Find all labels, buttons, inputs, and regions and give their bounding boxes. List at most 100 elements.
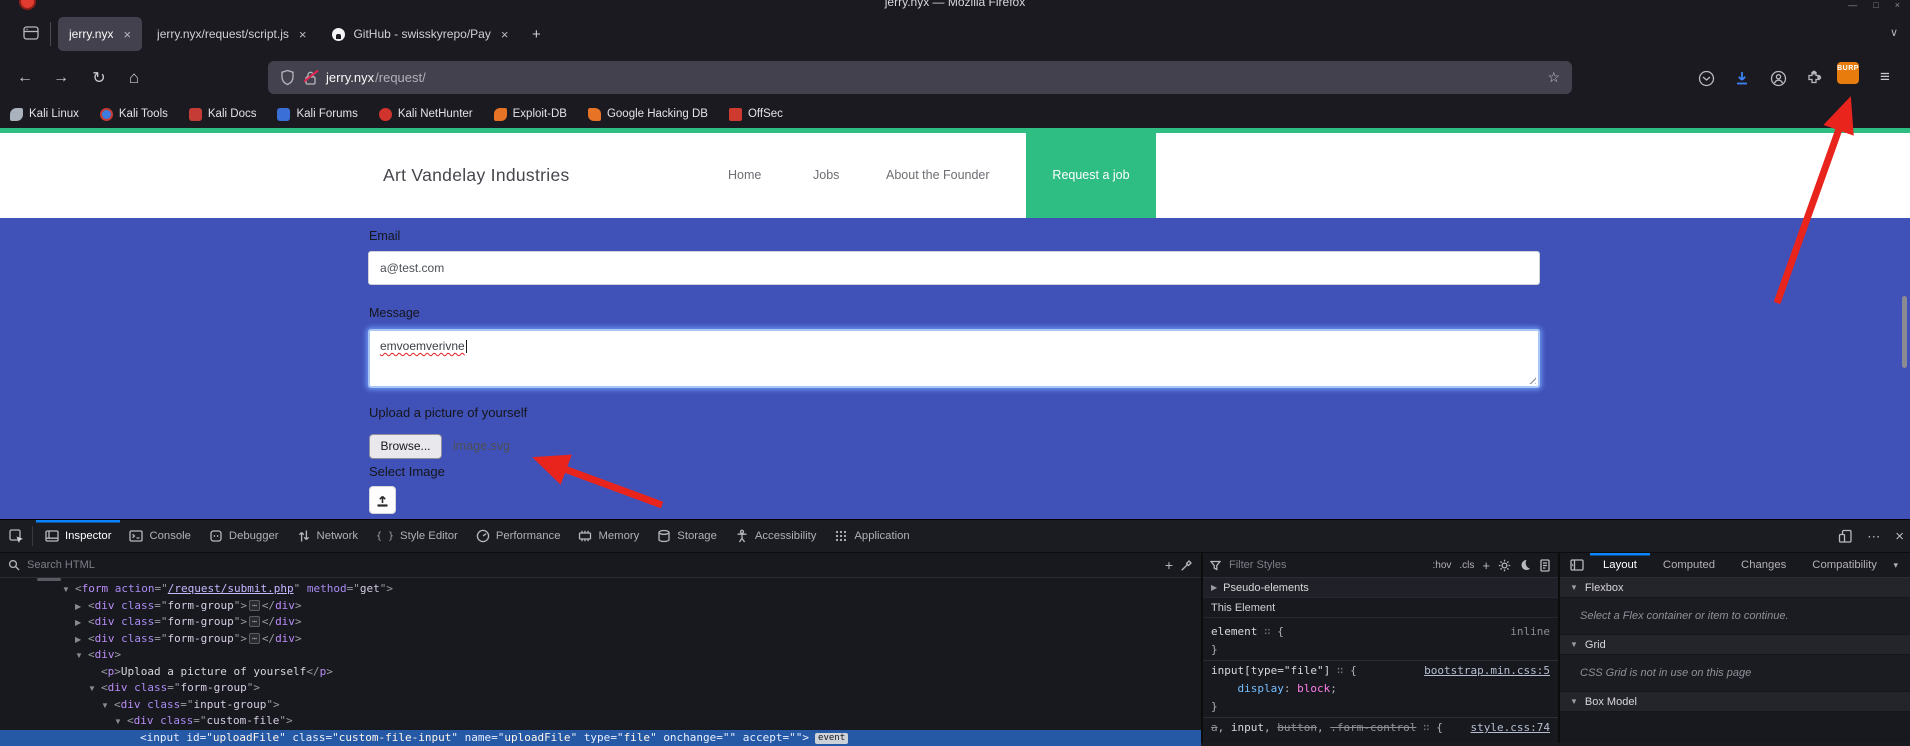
bookmark-item-2[interactable]: Kali Docs xyxy=(189,108,257,121)
bookmark-item-1[interactable]: Kali Tools xyxy=(100,108,168,121)
hamburger-menu-icon[interactable]: ≡ xyxy=(1871,63,1899,91)
tree-token[interactable]: /request/submit.php xyxy=(168,582,294,595)
dock-sidebar-icon[interactable] xyxy=(1564,559,1590,571)
devtools-menu-icon[interactable]: ⋯ xyxy=(1867,529,1881,545)
tracking-shield-icon[interactable] xyxy=(280,69,295,86)
tab-close-icon[interactable]: × xyxy=(121,27,133,42)
bookmark-star-icon[interactable]: ☆ xyxy=(1547,69,1560,86)
layout-section-header-flexbox[interactable]: ▼Flexbox xyxy=(1560,578,1910,598)
tree-row-4[interactable]: ▼<div> xyxy=(0,647,1201,664)
upload-submit-button[interactable] xyxy=(369,486,396,514)
reload-icon[interactable]: ↻ xyxy=(84,63,114,93)
add-node-icon[interactable]: + xyxy=(1165,557,1173,573)
forward-icon[interactable]: → xyxy=(46,63,76,93)
devtools-close-icon[interactable]: × xyxy=(1895,528,1904,545)
sidebar-tab-compatibility[interactable]: Compatibility xyxy=(1799,553,1890,578)
devtools-tab-console[interactable]: Console xyxy=(120,520,199,552)
sidebar-tab-computed[interactable]: Computed xyxy=(1650,553,1728,578)
site-nav-item-2[interactable]: About the Founder xyxy=(886,133,990,218)
filter-styles-bar[interactable]: Filter Styles :hov .cls + xyxy=(1203,553,1558,578)
rule-source-link[interactable]: bootstrap.min.css:5 xyxy=(1424,662,1550,680)
new-tab-icon[interactable]: + xyxy=(523,17,549,51)
sidebar-tab-layout[interactable]: Layout xyxy=(1590,553,1650,578)
light-theme-icon[interactable] xyxy=(1498,559,1511,572)
devtools-tab-inspector[interactable]: Inspector xyxy=(36,520,120,552)
tree-row-1[interactable]: ▶<div class="form-group">⋯</div> xyxy=(0,598,1201,615)
dark-theme-icon[interactable] xyxy=(1519,559,1531,571)
rule-row-0-0[interactable]: element ∷ {inline xyxy=(1203,623,1558,641)
tree-row-9[interactable]: <input id="uploadFile" class="custom-fil… xyxy=(0,730,1201,746)
bookmark-item-0[interactable]: Kali Linux xyxy=(10,108,79,121)
tab-close-icon[interactable]: × xyxy=(499,27,511,42)
devtools-tab-performance[interactable]: Performance xyxy=(467,520,570,552)
devtools-tab-storage[interactable]: Storage xyxy=(648,520,726,552)
site-nav-item-0[interactable]: Home xyxy=(728,133,761,218)
bookmark-item-5[interactable]: Exploit-DB xyxy=(494,108,567,121)
pick-element-icon[interactable] xyxy=(0,520,32,552)
tree-row-3[interactable]: ▶<div class="form-group">⋯</div> xyxy=(0,631,1201,648)
tree-row-6[interactable]: ▼<div class="form-group"> xyxy=(0,680,1201,697)
rule-row-1-1[interactable]: display: block; xyxy=(1203,680,1558,698)
extensions-puzzle-icon[interactable] xyxy=(1799,63,1829,93)
pocket-icon[interactable] xyxy=(1691,63,1721,93)
email-field[interactable]: a@test.com xyxy=(368,251,1540,285)
tree-row-7[interactable]: ▼<div class="input-group"> xyxy=(0,697,1201,714)
back-icon[interactable]: ← xyxy=(10,63,40,93)
burp-proxy-extension-icon[interactable]: BURP xyxy=(1837,62,1859,84)
home-icon[interactable]: ⌂ xyxy=(119,63,149,93)
bookmark-label: Kali Tools xyxy=(119,108,168,120)
window-minimize-icon[interactable]: — xyxy=(1848,1,1857,10)
devtools-tab-style-editor[interactable]: { }Style Editor xyxy=(367,520,467,552)
browser-tab-2[interactable]: GitHub - swisskyrepo/Pay× xyxy=(321,17,519,51)
bookmark-item-7[interactable]: OffSec xyxy=(729,108,783,121)
add-rule-icon[interactable]: + xyxy=(1482,558,1490,573)
textarea-resize-handle[interactable] xyxy=(1527,375,1536,384)
devtools-tab-network[interactable]: Network xyxy=(288,520,367,552)
layout-section-header-grid[interactable]: ▼Grid xyxy=(1560,635,1910,655)
eyedropper-icon[interactable] xyxy=(1180,559,1193,572)
inspector-markup-pane: Search HTML + ▼<form action="/request/su… xyxy=(0,553,1203,743)
account-icon[interactable] xyxy=(1763,63,1793,93)
devtools-tab-memory[interactable]: Memory xyxy=(569,520,648,552)
page-scrollbar[interactable] xyxy=(1902,296,1907,368)
insecure-lock-icon[interactable] xyxy=(304,70,317,86)
window-close-icon[interactable]: × xyxy=(1895,1,1900,10)
site-nav-item-3[interactable]: Request a job xyxy=(1026,133,1156,218)
more-tabs-icon[interactable]: ▾ xyxy=(1893,560,1906,571)
site-nav-item-1[interactable]: Jobs xyxy=(813,133,839,218)
rule-row-0-1[interactable]: } xyxy=(1203,641,1558,659)
rule-row-1-2[interactable]: } xyxy=(1203,698,1558,716)
devtools-tab-application[interactable]: Application xyxy=(825,520,918,552)
rule-row-2-0[interactable]: a, input, button, .form-control ∷ {style… xyxy=(1203,719,1558,737)
responsive-design-icon[interactable] xyxy=(1838,529,1853,544)
rule-source-link[interactable]: style.css:74 xyxy=(1471,719,1550,737)
list-all-tabs-icon[interactable]: ∨ xyxy=(1890,26,1898,39)
bookmark-item-6[interactable]: Google Hacking DB xyxy=(588,108,708,121)
firefox-view-icon[interactable] xyxy=(22,24,40,42)
window-maximize-icon[interactable]: □ xyxy=(1873,1,1878,10)
bookmark-favicon xyxy=(588,108,601,121)
toggle-hover-button[interactable]: :hov xyxy=(1433,560,1452,571)
browser-tab-1[interactable]: jerry.nyx/request/script.js× xyxy=(146,17,317,51)
tree-row-0[interactable]: ▼<form action="/request/submit.php" meth… xyxy=(0,581,1201,598)
rule-row-1-0[interactable]: input[type="file"] ∷ {bootstrap.min.css:… xyxy=(1203,662,1558,680)
url-bar[interactable]: jerry.nyx/request/ ☆ xyxy=(268,61,1572,94)
tree-row-5[interactable]: <p>Upload a picture of yourself</p> xyxy=(0,664,1201,681)
bookmark-item-4[interactable]: Kali NetHunter xyxy=(379,108,473,121)
pseudo-elements-header[interactable]: ▶ Pseudo-elements xyxy=(1203,578,1558,598)
toggle-class-button[interactable]: .cls xyxy=(1459,560,1474,571)
print-media-icon[interactable] xyxy=(1539,559,1551,572)
browser-tab-0[interactable]: jerry.nyx× xyxy=(58,17,142,51)
downloads-icon[interactable] xyxy=(1727,63,1757,93)
sidebar-tab-changes[interactable]: Changes xyxy=(1728,553,1799,578)
tab-close-icon[interactable]: × xyxy=(297,27,309,42)
devtools-tab-accessibility[interactable]: Accessibility xyxy=(726,520,826,552)
browse-button[interactable]: Browse... xyxy=(369,434,442,459)
message-textarea[interactable]: emvoemverivne xyxy=(368,329,1540,388)
bookmark-item-3[interactable]: Kali Forums xyxy=(277,108,357,121)
devtools-tab-debugger[interactable]: Debugger xyxy=(200,520,288,552)
markup-search-bar[interactable]: Search HTML + xyxy=(0,553,1201,578)
layout-section-header-box-model[interactable]: ▼Box Model xyxy=(1560,692,1910,712)
tree-row-2[interactable]: ▶<div class="form-group">⋯</div> xyxy=(0,614,1201,631)
tree-row-8[interactable]: ▼<div class="custom-file"> xyxy=(0,713,1201,730)
